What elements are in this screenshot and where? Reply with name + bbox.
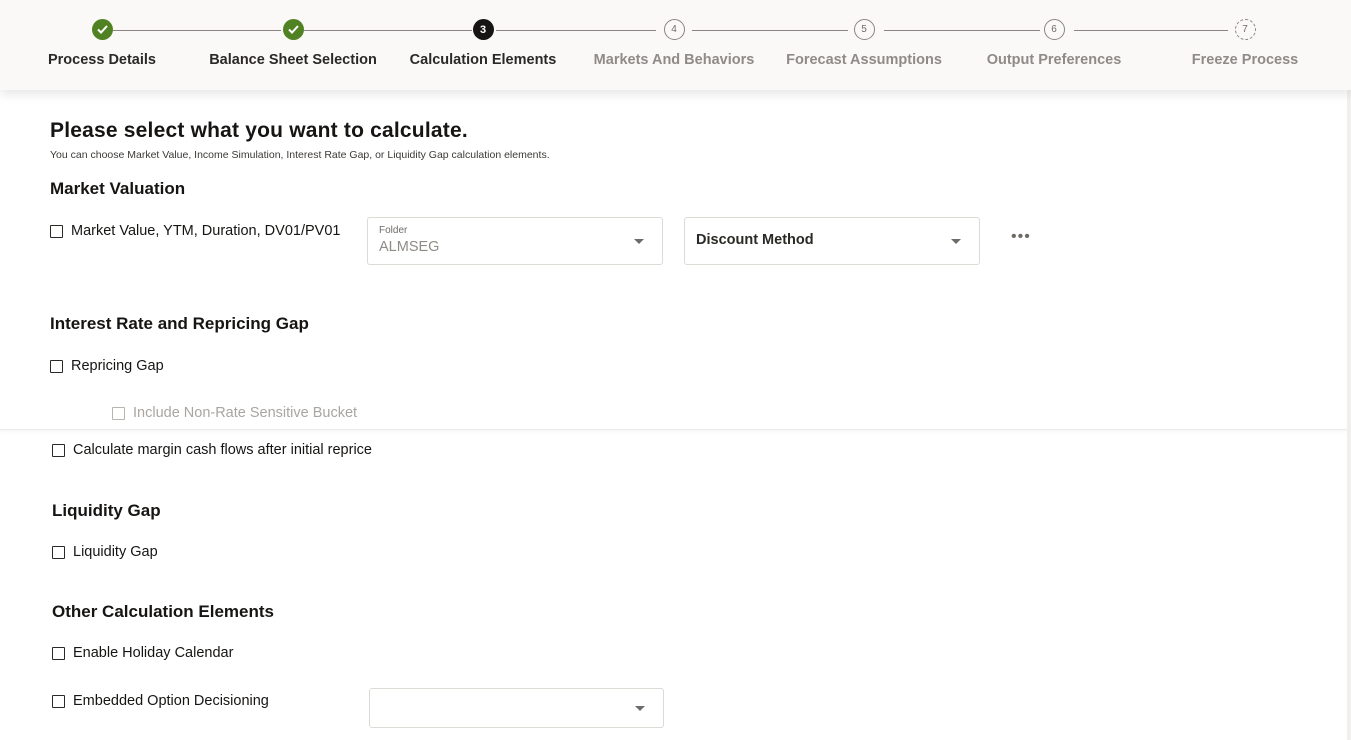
step-label: Process Details bbox=[47, 52, 156, 68]
step-label: Markets And Behaviors bbox=[593, 52, 755, 68]
chevron-down-icon bbox=[634, 239, 644, 244]
step-label: Forecast Assumptions bbox=[786, 52, 942, 68]
process-train: Process Details Balance Sheet Selection … bbox=[0, 0, 1351, 90]
chevron-down-icon bbox=[951, 239, 961, 244]
repricing-gap-checkbox[interactable] bbox=[50, 359, 63, 373]
liquidity-gap-checkbox-row[interactable]: Liquidity Gap bbox=[52, 544, 158, 560]
step-label: Output Preferences bbox=[986, 52, 1122, 68]
repricing-gap-checkbox-row[interactable]: Repricing Gap bbox=[50, 358, 164, 374]
section-heading-market-valuation: Market Valuation bbox=[50, 179, 186, 198]
step-number-badge: 3 bbox=[472, 19, 494, 40]
step-label: Freeze Process bbox=[1191, 52, 1299, 68]
embedded-option-select[interactable] bbox=[369, 688, 664, 728]
step-forecast-assumptions[interactable]: 5 Forecast Assumptions bbox=[769, 19, 959, 68]
market-value-checkbox[interactable] bbox=[50, 224, 63, 238]
step-balance-sheet-selection[interactable]: Balance Sheet Selection bbox=[198, 19, 388, 68]
step-number-badge: 7 bbox=[1234, 19, 1256, 40]
non-rate-sensitive-checkbox bbox=[112, 406, 125, 420]
step-label: Calculation Elements bbox=[409, 52, 557, 68]
page-title: Please select what you want to calculate… bbox=[50, 119, 468, 142]
embedded-option-checkbox[interactable] bbox=[52, 694, 65, 708]
holiday-calendar-checkbox-row[interactable]: Enable Holiday Calendar bbox=[52, 645, 233, 661]
page-subtitle: You can choose Market Value, Income Simu… bbox=[50, 149, 550, 161]
scrollbar-track[interactable] bbox=[1347, 90, 1351, 740]
non-rate-sensitive-checkbox-row: Include Non-Rate Sensitive Bucket bbox=[112, 405, 357, 421]
step-calculation-elements[interactable]: 3 Calculation Elements bbox=[388, 19, 578, 68]
step-output-preferences[interactable]: 6 Output Preferences bbox=[959, 19, 1149, 68]
margin-cash-flows-checkbox[interactable] bbox=[52, 443, 65, 457]
step-number-badge: 6 bbox=[1043, 19, 1065, 40]
discount-method-select[interactable]: Discount Method bbox=[684, 217, 980, 265]
folder-field-label: Folder bbox=[379, 225, 408, 236]
section-heading-liquidity-gap: Liquidity Gap bbox=[52, 501, 161, 520]
liquidity-gap-checkbox[interactable] bbox=[52, 545, 65, 559]
check-icon bbox=[91, 19, 113, 40]
folder-field-value: ALMSEG bbox=[379, 239, 440, 255]
step-label: Balance Sheet Selection bbox=[209, 52, 377, 68]
checkbox-label: Enable Holiday Calendar bbox=[73, 645, 234, 661]
embedded-option-checkbox-row[interactable]: Embedded Option Decisioning bbox=[52, 693, 269, 709]
checkbox-label: Include Non-Rate Sensitive Bucket bbox=[133, 405, 358, 421]
folder-select[interactable]: Folder ALMSEG bbox=[367, 217, 663, 265]
section-heading-other-elements: Other Calculation Elements bbox=[52, 602, 274, 621]
step-number-badge: 4 bbox=[663, 19, 685, 40]
checkbox-label: Embedded Option Decisioning bbox=[73, 693, 269, 709]
step-markets-and-behaviors[interactable]: 4 Markets And Behaviors bbox=[579, 19, 769, 68]
discount-method-placeholder: Discount Method bbox=[696, 232, 814, 248]
checkbox-label: Liquidity Gap bbox=[73, 544, 158, 560]
holiday-calendar-checkbox[interactable] bbox=[52, 646, 65, 660]
checkbox-label: Calculate margin cash flows after initia… bbox=[73, 442, 372, 458]
step-process-details[interactable]: Process Details bbox=[7, 19, 197, 68]
more-options-icon[interactable]: ••• bbox=[1011, 228, 1031, 246]
step-freeze-process[interactable]: 7 Freeze Process bbox=[1150, 19, 1340, 68]
step-number-badge: 5 bbox=[853, 19, 875, 40]
check-icon bbox=[282, 19, 304, 40]
chevron-down-icon bbox=[635, 706, 645, 711]
margin-cash-flows-checkbox-row[interactable]: Calculate margin cash flows after initia… bbox=[52, 442, 372, 458]
market-value-checkbox-row[interactable]: Market Value, YTM, Duration, DV01/PV01 bbox=[50, 223, 340, 239]
checkbox-label: Market Value, YTM, Duration, DV01/PV01 bbox=[71, 223, 341, 239]
checkbox-label: Repricing Gap bbox=[71, 358, 164, 374]
section-heading-interest-rate: Interest Rate and Repricing Gap bbox=[50, 314, 309, 333]
